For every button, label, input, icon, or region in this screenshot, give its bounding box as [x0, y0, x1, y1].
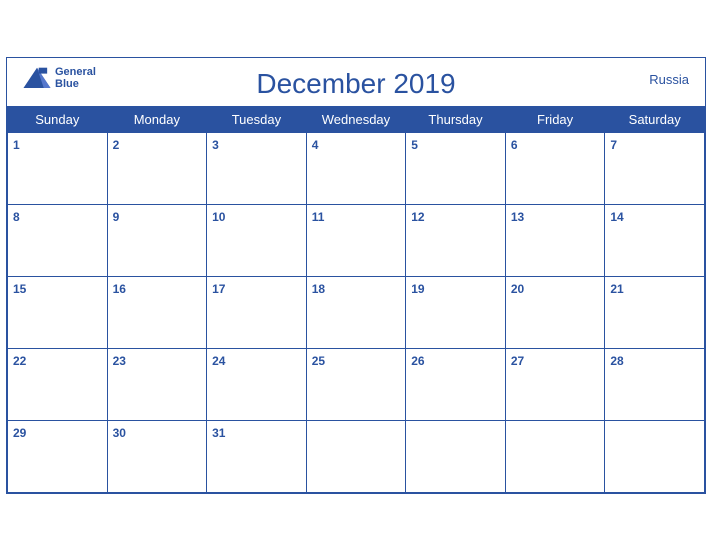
day-number: 5 — [411, 138, 418, 152]
header-thursday: Thursday — [406, 106, 506, 132]
day-number: 15 — [13, 282, 26, 296]
calendar-cell: 20 — [505, 276, 605, 348]
calendar-cell: 26 — [406, 348, 506, 420]
day-number: 8 — [13, 210, 20, 224]
header-sunday: Sunday — [8, 106, 108, 132]
calendar-cell — [306, 420, 406, 492]
calendar-container: General Blue December 2019 Russia Sunday… — [6, 57, 706, 494]
calendar-cell: 23 — [107, 348, 207, 420]
day-number: 13 — [511, 210, 524, 224]
day-number: 29 — [13, 426, 26, 440]
calendar-cell: 18 — [306, 276, 406, 348]
calendar-cell — [605, 420, 705, 492]
calendar-cell: 10 — [207, 204, 307, 276]
day-number: 9 — [113, 210, 120, 224]
day-number: 3 — [212, 138, 219, 152]
calendar-cell: 14 — [605, 204, 705, 276]
calendar-cell: 21 — [605, 276, 705, 348]
calendar-header: General Blue December 2019 Russia — [7, 58, 705, 106]
day-number: 22 — [13, 354, 26, 368]
calendar-cell: 7 — [605, 132, 705, 204]
day-number: 2 — [113, 138, 120, 152]
calendar-cell: 27 — [505, 348, 605, 420]
calendar-cell: 6 — [505, 132, 605, 204]
day-number: 21 — [610, 282, 623, 296]
country-label: Russia — [649, 72, 689, 87]
week-row-4: 22 23 24 25 26 27 28 — [8, 348, 705, 420]
calendar-cell: 25 — [306, 348, 406, 420]
header-saturday: Saturday — [605, 106, 705, 132]
day-number: 30 — [113, 426, 126, 440]
week-row-2: 8 9 10 11 12 13 14 — [8, 204, 705, 276]
calendar-cell: 5 — [406, 132, 506, 204]
logo-line2: Blue — [55, 78, 96, 90]
calendar-cell: 4 — [306, 132, 406, 204]
calendar-cell: 28 — [605, 348, 705, 420]
calendar-cell: 13 — [505, 204, 605, 276]
calendar-cell: 30 — [107, 420, 207, 492]
calendar-cell: 9 — [107, 204, 207, 276]
day-number: 12 — [411, 210, 424, 224]
day-number: 19 — [411, 282, 424, 296]
calendar-cell: 22 — [8, 348, 108, 420]
day-number: 10 — [212, 210, 225, 224]
day-number: 26 — [411, 354, 424, 368]
day-number: 31 — [212, 426, 225, 440]
calendar-cell: 29 — [8, 420, 108, 492]
calendar-cell: 31 — [207, 420, 307, 492]
week-row-1: 1 2 3 4 5 6 7 — [8, 132, 705, 204]
day-number: 14 — [610, 210, 623, 224]
month-title: December 2019 — [256, 68, 455, 100]
week-row-5: 29 30 31 — [8, 420, 705, 492]
calendar-cell: 24 — [207, 348, 307, 420]
header-monday: Monday — [107, 106, 207, 132]
week-row-3: 15 16 17 18 19 20 21 — [8, 276, 705, 348]
day-number: 20 — [511, 282, 524, 296]
day-number: 17 — [212, 282, 225, 296]
logo-name: General Blue — [55, 66, 96, 90]
calendar-cell — [505, 420, 605, 492]
calendar-cell: 1 — [8, 132, 108, 204]
day-number: 23 — [113, 354, 126, 368]
logo-line1: General — [55, 66, 96, 78]
calendar-cell: 16 — [107, 276, 207, 348]
calendar-cell: 19 — [406, 276, 506, 348]
day-number: 7 — [610, 138, 617, 152]
day-number: 27 — [511, 354, 524, 368]
header-tuesday: Tuesday — [207, 106, 307, 132]
header-friday: Friday — [505, 106, 605, 132]
calendar-cell: 15 — [8, 276, 108, 348]
day-number: 18 — [312, 282, 325, 296]
calendar-table: Sunday Monday Tuesday Wednesday Thursday… — [7, 106, 705, 493]
calendar-cell: 12 — [406, 204, 506, 276]
days-header-row: Sunday Monday Tuesday Wednesday Thursday… — [8, 106, 705, 132]
day-number: 4 — [312, 138, 319, 152]
calendar-cell: 17 — [207, 276, 307, 348]
general-blue-logo-icon — [23, 66, 51, 88]
day-number: 6 — [511, 138, 518, 152]
calendar-cell: 11 — [306, 204, 406, 276]
calendar-cell — [406, 420, 506, 492]
day-number: 1 — [13, 138, 20, 152]
logo-area: General Blue — [23, 66, 96, 90]
header-wednesday: Wednesday — [306, 106, 406, 132]
day-number: 16 — [113, 282, 126, 296]
calendar-cell: 8 — [8, 204, 108, 276]
day-number: 11 — [312, 210, 325, 224]
calendar-cell: 2 — [107, 132, 207, 204]
calendar-cell: 3 — [207, 132, 307, 204]
day-number: 24 — [212, 354, 225, 368]
day-number: 28 — [610, 354, 623, 368]
day-number: 25 — [312, 354, 325, 368]
